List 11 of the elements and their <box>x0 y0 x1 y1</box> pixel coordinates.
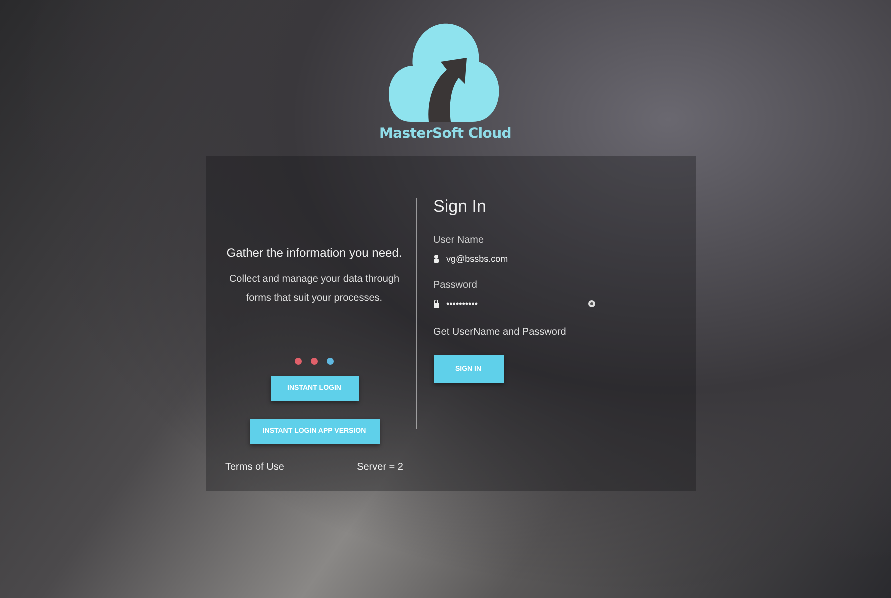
password-field[interactable]: •••••••••• <box>434 297 596 311</box>
intro-heading: Gather the information you need. <box>226 246 402 260</box>
username-field[interactable]: vg@bssbs.com <box>434 252 604 266</box>
intro-text: Collect and manage your data through forms that suit your processes. <box>228 273 401 306</box>
password-label: Password <box>434 280 478 291</box>
credentials-help-link[interactable]: Get UserName and Password <box>434 327 566 338</box>
terms-link[interactable]: Terms of Use <box>226 462 284 473</box>
server-label: Server = 2 <box>357 462 404 473</box>
sign-in-title: Sign In <box>434 197 486 217</box>
username-label: User Name <box>434 235 484 246</box>
brand-name: MasterSoft Cloud <box>379 126 512 142</box>
